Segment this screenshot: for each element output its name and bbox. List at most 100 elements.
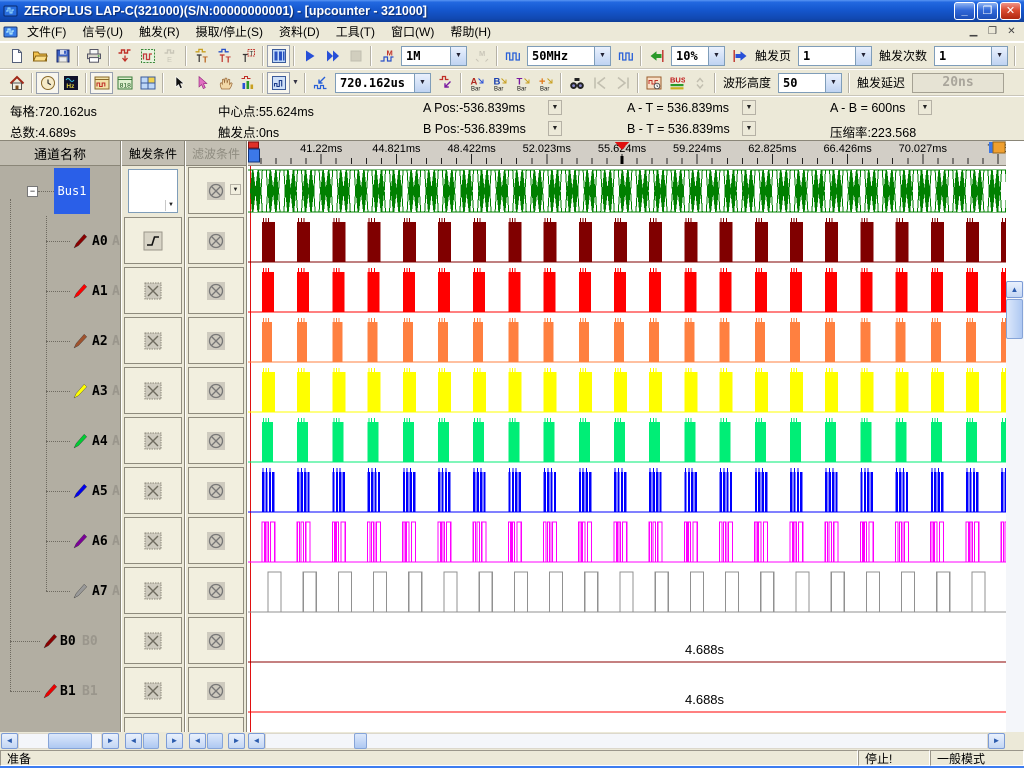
trigger-cell-b1[interactable] [124,667,182,714]
menu-item-1[interactable]: 信号(U) [74,21,131,42]
time-display-button[interactable] [36,72,59,94]
menu-item-6[interactable]: 窗口(W) [383,21,442,42]
memory-depth-button[interactable]: M [375,45,398,67]
trigger-cell-b0[interactable] [124,617,182,664]
find-button[interactable] [565,72,588,94]
scroll-up-icon[interactable]: ▲ [1006,281,1023,298]
trigger-cell-a1[interactable] [124,267,182,314]
bus-analysis-button[interactable] [267,45,290,67]
tree-collapse-icon[interactable]: − [27,186,38,197]
filt-scroll-thumb[interactable] [207,733,223,749]
filt-scroll-left-icon[interactable]: ◄ [189,733,206,749]
zoom-fit-button[interactable] [309,72,332,94]
navigator-window-button[interactable] [136,72,159,94]
channel-label-a1[interactable]: A1 [92,284,108,299]
repeated-acquisition-button[interactable] [321,45,344,67]
trigger-position-combo-dropdown-icon[interactable]: ▼ [708,47,724,65]
filt-scroll-right-icon[interactable]: ► [228,733,245,749]
pulse-width-window-button[interactable] [642,72,665,94]
channel-label-a6[interactable]: A6 [92,534,108,549]
a-minus-b-dropdown-icon[interactable]: ▼ [918,100,932,115]
b-pos-dropdown-icon[interactable]: ▼ [548,121,562,136]
bus-trigger-combo[interactable]: ▼ [128,169,178,213]
trig-scroll-left-icon[interactable]: ◄ [125,733,142,749]
channel-label-a2[interactable]: A2 [92,334,108,349]
filter-cell-b1[interactable] [188,667,244,714]
minimize-icon[interactable]: _ [954,2,975,20]
memory-depth-combo-dropdown-icon[interactable]: ▼ [450,47,466,65]
select-tool-button[interactable] [190,72,213,94]
trigger-page-combo-dropdown-icon[interactable]: ▼ [855,47,871,65]
trigger-cell-a0[interactable] [124,217,182,264]
add-bar-button[interactable]: +Bar [534,72,557,94]
b-bar-button[interactable]: BBar [488,72,511,94]
channel-label-a0[interactable]: A0 [92,234,108,249]
filter-cell-a7[interactable] [188,567,244,614]
a-pos-dropdown-icon[interactable]: ▼ [548,100,562,115]
trigger-page-combo[interactable]: 1▼ [798,46,872,66]
wave-scroll-thumb[interactable] [354,733,367,749]
zoom-scale-combo-dropdown-icon[interactable]: ▼ [414,74,430,92]
child-minimize-icon[interactable]: ▁ [965,24,982,39]
filter-cell-a1[interactable] [188,267,244,314]
wave-height-combo-dropdown-icon[interactable]: ▼ [825,74,841,92]
filter-cell-a6[interactable] [188,517,244,564]
open-file-button[interactable] [28,45,51,67]
child-restore-icon[interactable]: ❐ [984,24,1001,39]
channel-label-a3[interactable]: A3 [92,384,108,399]
trigger-cell-a3[interactable] [124,367,182,414]
wave-height-combo[interactable]: 50▼ [778,73,842,93]
menu-item-2[interactable]: 触发(R) [131,21,188,42]
menu-item-0[interactable]: 文件(F) [19,21,74,42]
filter-cell-bus1[interactable]: ▼ [188,167,244,214]
channel-bus1[interactable]: Bus1 [54,168,90,214]
vertical-scrollbar[interactable]: ▲ ▼ [1006,281,1024,768]
trigger-pos-decrease-button[interactable] [645,45,668,67]
channel-settings-button[interactable] [136,45,159,67]
trig-scroll-right-icon[interactable]: ► [166,733,183,749]
close-icon[interactable]: ✕ [1000,2,1021,20]
goto-trigger-button[interactable] [434,72,457,94]
channel-label-b0[interactable]: B0 [60,634,76,649]
trigger-cell-a4[interactable] [124,417,182,464]
print-button[interactable] [82,45,105,67]
wave-scroll-left-icon[interactable]: ◄ [248,733,265,749]
filter-cell-b0[interactable] [188,617,244,664]
list-window-button[interactable]: 818 [113,72,136,94]
channel-label-a7[interactable]: A7 [92,584,108,599]
bus-filter-dropdown-icon[interactable]: ▼ [230,184,241,195]
new-file-button[interactable] [5,45,28,67]
trigger-property-button[interactable]: T [190,45,213,67]
restore-icon[interactable]: ❐ [977,2,998,20]
filter-cell-a4[interactable] [188,417,244,464]
channel-label-b1[interactable]: B1 [60,684,76,699]
sampling-freq-combo-dropdown-icon[interactable]: ▼ [594,47,610,65]
channel-label-a4[interactable]: A4 [92,434,108,449]
name-scroll-right-icon[interactable]: ► [102,733,119,749]
menu-item-3[interactable]: 摄取/停止(S) [188,21,271,42]
menu-item-5[interactable]: 工具(T) [328,21,383,42]
menu-item-4[interactable]: 资料(D) [271,21,328,42]
a-minus-t-dropdown-icon[interactable]: ▼ [742,100,756,115]
trigger-cell-a6[interactable] [124,517,182,564]
name-scroll-thumb[interactable] [48,733,92,749]
trigger-content-button[interactable]: T [213,45,236,67]
trigger-cell-a5[interactable] [124,467,182,514]
wave-scroll-right-icon[interactable]: ► [988,733,1005,749]
save-file-button[interactable] [51,45,74,67]
single-acquisition-button[interactable] [298,45,321,67]
sampling-freq-button[interactable] [501,45,524,67]
trigger-cell-bus1[interactable]: ▼ [124,167,182,214]
channel-label-a5[interactable]: A5 [92,484,108,499]
zoom-mode-button[interactable] [267,72,290,94]
filter-cell-a5[interactable] [188,467,244,514]
filter-cell-a0[interactable] [188,217,244,264]
trigger-cell-a7[interactable] [124,567,182,614]
trig-scroll-thumb[interactable] [143,733,159,749]
trigger-mark-button[interactable]: T [236,45,259,67]
trigger-position-combo[interactable]: 10%▼ [671,46,725,66]
waveform-viewport[interactable]: 41.22ms44.821ms48.422ms52.023ms55.624ms5… [248,141,1006,733]
child-close-icon[interactable]: ✕ [1003,24,1020,39]
frequency-display-button[interactable]: Hz [59,72,82,94]
filter-cell-a2[interactable] [188,317,244,364]
